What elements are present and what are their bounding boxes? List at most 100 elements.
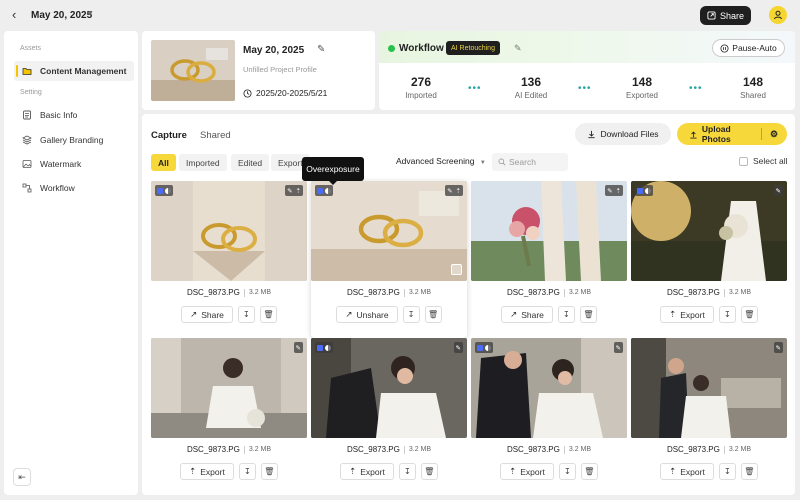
edit-icon[interactable]: ✎ <box>776 187 781 195</box>
edit-icon[interactable]: ✎ <box>607 187 612 195</box>
photo-card[interactable]: ✎ ⇡ DSC_9873.PG 3.2 MB ↗ Unshare ↧ 🗑 <box>311 181 467 338</box>
download-icon[interactable]: ↧ <box>237 306 255 323</box>
export-button[interactable]: ⇡ Export <box>660 306 714 323</box>
photo-card[interactable]: ✎ DSC_9873.PG 3.2 MB ⇡ Export ↧ 🗑 <box>631 181 787 338</box>
photo-thumbnail[interactable]: ✎ <box>471 338 627 438</box>
tab-shared[interactable]: Shared <box>200 130 231 141</box>
file-meta: DSC_9873.PG 3.2 MB <box>631 445 787 454</box>
project-profile-link[interactable]: Unfilled Project Profile <box>243 65 317 74</box>
trash-icon[interactable]: 🗑 <box>740 306 758 323</box>
share-button[interactable]: Share <box>700 6 751 25</box>
photo-card[interactable]: ✎ ⇡ DSC_9873.PG 3.2 MB ↗ Share ↧ 🗑 <box>151 181 307 338</box>
photo-card[interactable]: ✎ DSC_9873.PG 3.2 MB ⇡ Export ↧ 🗑 <box>471 338 627 495</box>
unshare-button[interactable]: ↗ Unshare <box>336 306 398 323</box>
edit-icon[interactable]: ✎ <box>514 43 522 54</box>
download-icon[interactable]: ↧ <box>398 463 416 480</box>
workflow-icon <box>22 183 32 193</box>
file-size: 3.2 MB <box>408 446 432 453</box>
filter-edited[interactable]: Edited <box>231 154 270 171</box>
photo-card[interactable]: ✎ DSC_9873.PG 3.2 MB ⇡ Export ↧ 🗑 <box>151 338 307 495</box>
search-input[interactable]: Search <box>492 153 568 171</box>
sidebar-item-workflow[interactable]: Workflow <box>14 178 134 198</box>
upload-icon[interactable]: ⇡ <box>616 187 621 195</box>
page-title[interactable]: May 20, 2025 <box>31 10 92 21</box>
trash-icon[interactable]: 🗑 <box>260 463 278 480</box>
exposure-icon[interactable] <box>325 187 331 194</box>
filter-all[interactable]: All <box>151 154 176 171</box>
select-all-checkbox[interactable]: Select all <box>739 156 788 166</box>
trash-icon[interactable]: 🗑 <box>424 306 442 323</box>
download-icon[interactable]: ↧ <box>718 463 736 480</box>
stat-value: 148 <box>742 75 764 89</box>
export-button[interactable]: ⇡ Export <box>660 463 714 480</box>
share-icon: ↗ <box>190 309 198 319</box>
photo-thumbnail[interactable]: ✎ ⇡ <box>151 181 307 281</box>
stat-value: 136 <box>520 75 542 89</box>
exposure-icon[interactable] <box>325 344 331 351</box>
back-icon[interactable]: ‹ <box>12 8 26 22</box>
download-icon <box>588 130 596 138</box>
photo-thumbnail[interactable]: ✎ ⇡ <box>311 181 467 281</box>
photo-actions: ✎ ⇡ <box>605 185 623 196</box>
photo-card[interactable]: ✎ DSC_9873.PG 3.2 MB ⇡ Export ↧ 🗑 <box>311 338 467 495</box>
download-icon[interactable]: ↧ <box>558 463 576 480</box>
download-files-button[interactable]: Download Files <box>575 123 671 145</box>
file-size: 3.2 MB <box>408 289 432 296</box>
edit-icon[interactable]: ✎ <box>287 187 292 195</box>
download-icon[interactable]: ↧ <box>402 306 420 323</box>
checkbox[interactable] <box>739 156 748 166</box>
pause-auto-button[interactable]: Pause-Auto <box>712 39 785 57</box>
sidebar-item-basic-info[interactable]: Basic Info <box>14 105 134 125</box>
edit-icon[interactable]: ✎ <box>317 44 325 55</box>
trash-icon[interactable]: 🗑 <box>259 306 277 323</box>
download-icon[interactable]: ↧ <box>718 306 736 323</box>
upload-settings-gear-icon[interactable]: ⚙ <box>762 129 786 140</box>
edit-icon[interactable]: ✎ <box>296 344 301 352</box>
export-button[interactable]: ⇡ Export <box>340 463 394 480</box>
export-button[interactable]: ⇡ Export <box>180 463 234 480</box>
advanced-screening-dropdown[interactable]: Advanced Screening ▼ <box>396 156 486 166</box>
exposure-icon[interactable] <box>645 187 651 194</box>
upload-photos-button[interactable]: Upload Photos ⚙ <box>677 123 787 145</box>
chevron-down-icon[interactable]: ▼ <box>87 10 94 17</box>
trash-icon[interactable]: 🗑 <box>580 463 598 480</box>
project-cover-image[interactable] <box>151 40 235 101</box>
photo-thumbnail[interactable]: ✎ <box>631 181 787 281</box>
sidebar-item-gallery-branding[interactable]: Gallery Branding <box>14 130 134 150</box>
edit-icon[interactable]: ✎ <box>447 187 452 195</box>
exposure-icon[interactable] <box>165 187 171 194</box>
upload-photos-main[interactable]: Upload Photos <box>677 124 761 144</box>
photo-thumbnail[interactable]: ✎ <box>151 338 307 438</box>
photo-thumbnail[interactable]: ✎ <box>311 338 467 438</box>
trash-icon[interactable]: 🗑 <box>579 306 597 323</box>
export-button[interactable]: ⇡ Export <box>500 463 554 480</box>
flow-dots-icon: ••• <box>578 83 592 94</box>
card-actions: ↗ Share ↧ 🗑 <box>151 306 307 323</box>
sidebar-item-content-management[interactable]: Content Management <box>14 61 134 81</box>
filter-imported[interactable]: Imported <box>179 154 227 171</box>
trash-icon[interactable]: 🗑 <box>740 463 758 480</box>
photo-actions: ✎ ⇡ <box>285 185 303 196</box>
pause-auto-label: Pause-Auto <box>732 43 777 53</box>
layers-icon <box>22 135 32 145</box>
exposure-icon[interactable] <box>485 344 491 351</box>
edit-icon[interactable]: ✎ <box>616 344 621 352</box>
share-button[interactable]: ↗ Share <box>181 306 233 323</box>
photo-thumbnail[interactable]: ✎ <box>631 338 787 438</box>
photo-card[interactable]: ✎ DSC_9873.PG 3.2 MB ⇡ Export ↧ 🗑 <box>631 338 787 495</box>
upload-icon[interactable]: ⇡ <box>456 187 461 195</box>
share-button[interactable]: ↗ Share <box>501 306 553 323</box>
upload-icon[interactable]: ⇡ <box>296 187 301 195</box>
photo-card[interactable]: ✎ ⇡ DSC_9873.PG 3.2 MB ↗ Share ↧ 🗑 <box>471 181 627 338</box>
select-checkbox[interactable] <box>451 264 462 275</box>
trash-icon[interactable]: 🗑 <box>420 463 438 480</box>
download-icon[interactable]: ↧ <box>238 463 256 480</box>
edit-icon[interactable]: ✎ <box>456 344 461 352</box>
download-icon[interactable]: ↧ <box>557 306 575 323</box>
edit-icon[interactable]: ✎ <box>776 344 781 352</box>
sidebar-item-watermark[interactable]: Watermark <box>14 154 134 174</box>
photo-thumbnail[interactable]: ✎ ⇡ <box>471 181 627 281</box>
collapse-sidebar-button[interactable]: ⇤ <box>13 468 31 486</box>
avatar[interactable] <box>769 6 787 24</box>
tab-capture[interactable]: Capture <box>151 130 187 141</box>
